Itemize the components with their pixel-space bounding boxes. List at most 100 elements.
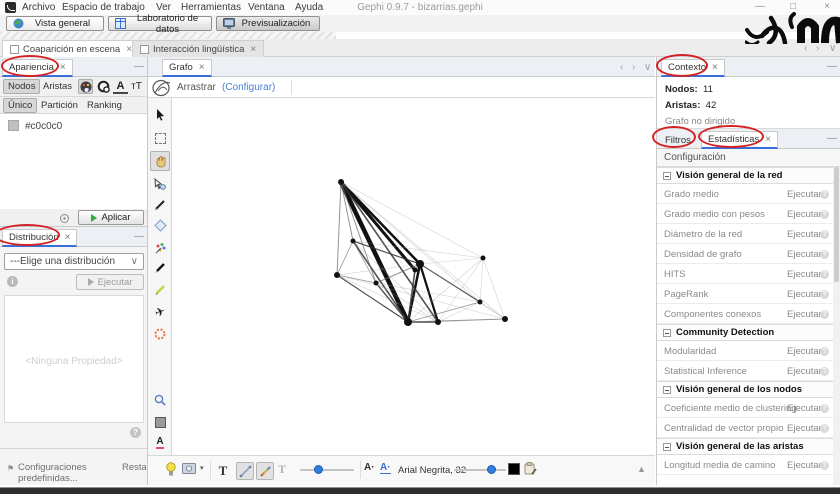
run-distribution-button[interactable]: Ejecutar <box>76 274 144 290</box>
help-icon[interactable]: ? <box>820 230 829 239</box>
menu-espacio-de-trabajo[interactable]: Espacio de trabajo <box>62 2 145 13</box>
minimize-panel-icon[interactable]: — <box>134 231 144 242</box>
settings-button[interactable]: Configuración <box>657 149 840 167</box>
drag-tool[interactable] <box>150 151 170 171</box>
tab-nodos[interactable]: Nodos <box>3 79 40 94</box>
run-button[interactable]: Ejecutar <box>787 269 822 280</box>
sizer-tool[interactable] <box>150 215 170 235</box>
tab-contexto[interactable]: Contexto × <box>661 59 725 77</box>
graph-node[interactable] <box>416 260 424 268</box>
close-tab-icon[interactable]: × <box>199 62 205 73</box>
direct-selection-tool[interactable] <box>150 104 170 124</box>
color-swatch[interactable] <box>8 120 19 131</box>
run-button[interactable]: Ejecutar <box>787 423 822 434</box>
attributes-settings-button[interactable] <box>524 462 537 475</box>
graph-node[interactable] <box>338 179 344 185</box>
node-labels-button[interactable]: T <box>214 462 232 480</box>
run-button[interactable]: Ejecutar <box>787 403 822 414</box>
label-color-icon[interactable]: A <box>113 79 128 94</box>
node-size-attr-button[interactable]: A· <box>364 462 375 473</box>
run-button[interactable]: Ejecutar <box>787 189 822 200</box>
tab-distribucion[interactable]: Distribución × <box>2 229 77 247</box>
rectangle-selection-tool[interactable] <box>150 128 170 148</box>
tab-particion[interactable]: Partición <box>37 98 82 113</box>
tab-apariencia[interactable]: Apariencia × <box>2 59 73 77</box>
preview-button[interactable]: Previsualización <box>216 16 320 31</box>
run-button[interactable]: Ejecutar <box>787 209 822 220</box>
color-palette-icon[interactable] <box>78 79 93 94</box>
help-icon[interactable]: ? <box>820 290 829 299</box>
tab-aristas[interactable]: Aristas <box>39 79 76 94</box>
help-icon[interactable]: ? <box>820 404 829 413</box>
label-color-swatch[interactable] <box>508 463 520 475</box>
run-button[interactable]: Ejecutar <box>787 366 822 377</box>
show-edges-button[interactable] <box>236 462 254 480</box>
info-icon[interactable]: i <box>7 276 18 287</box>
graph-node[interactable] <box>374 281 379 286</box>
help-icon[interactable]: ? <box>820 250 829 259</box>
slider-knob[interactable] <box>487 465 496 474</box>
data-laboratory-button[interactable]: Laboratorio de datos <box>108 16 212 31</box>
minimize-panel-icon[interactable]: — <box>827 133 837 144</box>
help-icon[interactable]: ? <box>820 461 829 470</box>
menu-ventana[interactable]: Ventana <box>248 2 285 13</box>
tab-ranking[interactable]: Ranking <box>83 98 126 113</box>
help-icon[interactable]: ? <box>820 347 829 356</box>
heat-map-tool[interactable] <box>150 324 170 344</box>
minimize-panel-icon[interactable]: — <box>134 61 144 72</box>
apply-button[interactable]: Aplicar <box>78 210 144 225</box>
chevron-down-icon[interactable]: ∨ <box>644 62 651 73</box>
expand-caret-icon[interactable]: ▲ <box>637 464 646 474</box>
graph-node[interactable] <box>502 316 508 322</box>
chevron-right-icon[interactable]: › <box>816 43 819 54</box>
edge-weight-slider[interactable] <box>300 469 354 471</box>
collapse-icon[interactable] <box>663 329 671 337</box>
tab-grafo[interactable]: Grafo × <box>162 59 212 77</box>
tab-filtros[interactable]: Filtros <box>659 131 697 149</box>
help-icon[interactable]: ? <box>820 270 829 279</box>
run-button[interactable]: Ejecutar <box>787 346 822 357</box>
zoom-magnifier-tool[interactable] <box>150 390 170 410</box>
collapse-icon[interactable] <box>663 443 671 451</box>
chevron-left-icon[interactable]: ‹ <box>620 62 623 73</box>
tab-interaccion-linguistica[interactable]: Interacción lingüística × <box>132 40 264 57</box>
tab-unico[interactable]: Único <box>3 98 37 113</box>
help-icon[interactable]: ? <box>820 190 829 199</box>
size-ring-icon[interactable] <box>96 79 111 94</box>
graph-node[interactable] <box>413 268 418 273</box>
label-size-icon[interactable]: тT <box>129 79 144 94</box>
chevron-down-icon[interactable]: ∨ <box>829 43 836 54</box>
help-icon[interactable]: ? <box>820 424 829 433</box>
menu-ayuda[interactable]: Ayuda <box>295 2 323 13</box>
graph-node[interactable] <box>435 319 441 325</box>
reset-button[interactable]: Resta <box>122 462 147 473</box>
label-color-tool[interactable]: A <box>150 432 170 452</box>
font-size-slider[interactable] <box>454 469 506 471</box>
tab-estadisticas[interactable]: Estadísticas × <box>701 131 778 149</box>
menu-ver[interactable]: Ver <box>156 2 171 13</box>
collapse-icon[interactable] <box>663 172 671 180</box>
run-button[interactable]: Ejecutar <box>787 229 822 240</box>
node-mover-tool[interactable] <box>150 174 170 194</box>
shortest-path-tool[interactable]: ✈ <box>150 302 170 322</box>
screenshot-button[interactable]: ▾ <box>182 462 204 474</box>
overview-button[interactable]: Vista general <box>6 16 104 31</box>
run-button[interactable]: Ejecutar <box>787 249 822 260</box>
stats-section-header[interactable]: Visión general de los nodos <box>657 381 833 398</box>
node-pencil-tool[interactable] <box>150 258 170 278</box>
graph-node[interactable] <box>481 256 486 261</box>
distribution-select[interactable]: ---Elige una distribución ∨ <box>4 253 144 270</box>
chevron-right-icon[interactable]: › <box>632 62 635 73</box>
label-color-attr-button[interactable]: A· <box>380 462 391 474</box>
color-brush-tool[interactable] <box>150 237 170 257</box>
close-tab-icon[interactable]: × <box>250 44 256 55</box>
minimize-panel-icon[interactable]: — <box>827 61 837 72</box>
chevron-left-icon[interactable]: ‹ <box>804 43 807 54</box>
stats-section-header[interactable]: Visión general de las aristas <box>657 438 833 455</box>
lightbulb-icon[interactable] <box>166 462 176 477</box>
palette-small-icon[interactable] <box>60 214 70 223</box>
help-icon[interactable]: ? <box>820 210 829 219</box>
slider-knob[interactable] <box>314 465 323 474</box>
run-button[interactable]: Ejecutar <box>787 460 822 471</box>
background-color-tool[interactable] <box>150 412 170 432</box>
